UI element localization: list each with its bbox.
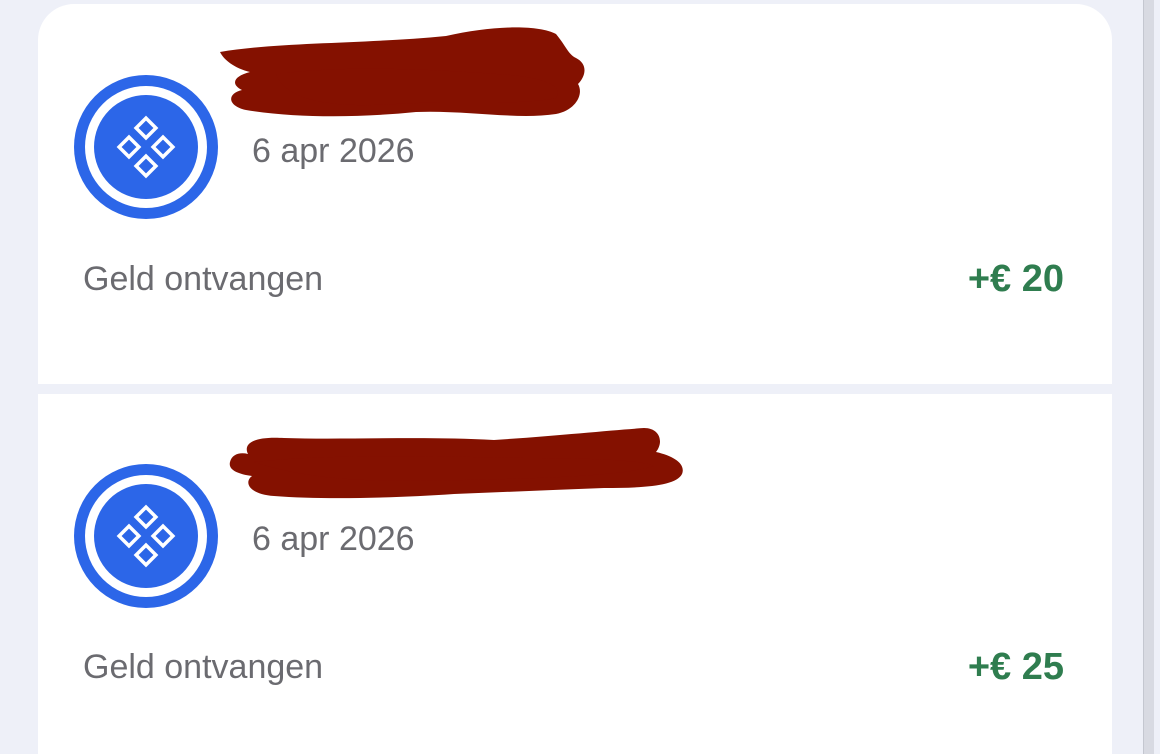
- transaction-amount: +€ 20: [967, 258, 1064, 300]
- bank-logo-icon: [74, 464, 218, 608]
- transaction-description: Geld ontvangen: [83, 648, 324, 686]
- transaction-date: 6 apr 2026: [252, 132, 415, 170]
- transaction-date: 6 apr 2026: [252, 520, 415, 558]
- redacted-name: [229, 428, 683, 499]
- transaction-amount: +€ 25: [967, 646, 1064, 688]
- redacted-name: [220, 27, 585, 117]
- transaction-item[interactable]: 6 apr 2026 Geld ontvangen +€ 20: [38, 4, 1112, 384]
- scrollbar[interactable]: [1143, 0, 1154, 754]
- transaction-description: Geld ontvangen: [83, 260, 324, 298]
- transaction-item[interactable]: 6 apr 2026 Geld ontvangen +€ 25: [38, 394, 1112, 754]
- bank-logo-icon: [74, 75, 218, 219]
